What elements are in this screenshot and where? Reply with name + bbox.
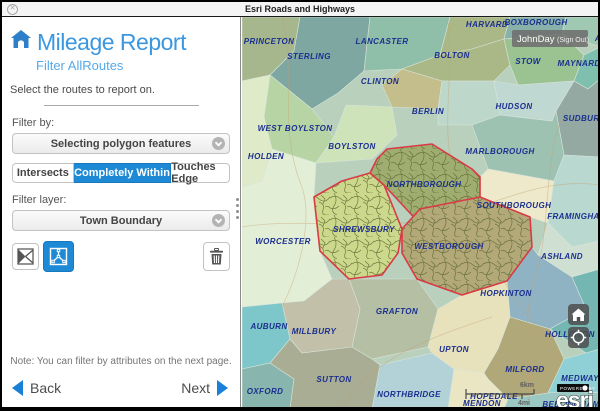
filter-method-value: Selecting polygon features [51, 138, 192, 150]
trash-icon [209, 248, 224, 265]
next-label: Next [181, 380, 210, 396]
svg-text:ACTON: ACTON [594, 34, 600, 43]
back-label: Back [30, 380, 61, 396]
svg-text:LANCASTER: LANCASTER [356, 37, 409, 46]
select-by-polygon-button[interactable] [12, 243, 39, 270]
svg-text:NORTHBRIDGE: NORTHBRIDGE [377, 390, 441, 399]
polygon-select-icon [17, 248, 34, 265]
svg-text:SOUTHBOROUGH: SOUTHBOROUGH [477, 201, 552, 210]
locate-button[interactable] [568, 327, 589, 348]
svg-text:MAYNARD: MAYNARD [557, 59, 600, 68]
svg-text:MILFORD: MILFORD [505, 365, 544, 374]
svg-text:WESTBOROUGH: WESTBOROUGH [414, 242, 483, 251]
svg-text:STERLING: STERLING [287, 52, 331, 61]
completely-within-button[interactable]: Completely Within [74, 163, 172, 183]
close-icon[interactable]: ✕ [7, 4, 18, 15]
town-grafton [349, 279, 438, 359]
sign-out-link[interactable]: (Sign Out) [557, 37, 589, 44]
svg-text:BOLTON: BOLTON [434, 51, 469, 60]
user-name: JohnDay [517, 34, 555, 45]
esri-logo: POWERED BY esri [556, 384, 596, 409]
svg-text:HOLDEN: HOLDEN [248, 152, 284, 161]
town-northbridge [372, 353, 454, 409]
filter-method-dropdown[interactable]: Selecting polygon features [12, 133, 230, 154]
svg-text:AUBURN: AUBURN [249, 322, 287, 331]
note-text: Note: You can filter by attributes on th… [2, 356, 240, 367]
svg-text:HUDSON: HUDSON [495, 102, 532, 111]
svg-text:SHREWSBURY: SHREWSBURY [333, 225, 395, 234]
svg-text:ASHLAND: ASHLAND [540, 252, 583, 261]
filter-by-label: Filter by: [12, 117, 230, 129]
svg-text:MARLBOROUGH: MARLBOROUGH [465, 147, 534, 156]
arrow-left-icon [12, 380, 23, 396]
svg-text:WEST BOYLSTON: WEST BOYLSTON [258, 124, 333, 133]
svg-text:CLINTON: CLINTON [361, 77, 399, 86]
map-area: PRINCETON STERLING LANCASTER HARVARD BOX… [242, 17, 598, 407]
page-title: Mileage Report [37, 31, 186, 54]
arrow-right-icon [217, 380, 228, 396]
svg-text:WORCESTER: WORCESTER [255, 237, 311, 246]
svg-text:MEDWAY: MEDWAY [561, 374, 599, 383]
intersects-button[interactable]: Intersects [12, 163, 74, 183]
user-badge[interactable]: JohnDay (Sign Out) [512, 30, 589, 47]
touches-edge-button[interactable]: Touches Edge [171, 163, 230, 183]
svg-text:GRAFTON: GRAFTON [376, 307, 418, 316]
feature-select-icon [49, 247, 68, 266]
next-button[interactable]: Next [181, 380, 228, 396]
svg-text:MILLBURY: MILLBURY [292, 327, 337, 336]
spatial-relation-buttons: Intersects Completely Within Touches Edg… [12, 163, 230, 183]
svg-text:BOXBOROUGH: BOXBOROUGH [504, 18, 567, 27]
mileage-report-panel: Mileage Report Filter AllRoutes Select t… [2, 17, 241, 407]
scale-mi: 4mi [518, 400, 530, 407]
esri-brand: esri [556, 387, 593, 409]
svg-text:SUDBURY: SUDBURY [563, 114, 600, 123]
app-window: ✕ Esri Roads and Highways Mileage Report… [0, 0, 600, 411]
svg-text:STOW: STOW [515, 57, 542, 66]
svg-text:FRAMINGHAM: FRAMINGHAM [547, 212, 600, 221]
chevron-down-icon [212, 214, 225, 227]
window-title: Esri Roads and Highways [245, 4, 355, 14]
filter-layer-dropdown[interactable]: Town Boundary [12, 210, 230, 231]
title-bar: ✕ Esri Roads and Highways [2, 2, 598, 17]
home-icon [10, 29, 32, 54]
home-extent-button[interactable] [568, 304, 589, 325]
svg-text:PRINCETON: PRINCETON [244, 37, 295, 46]
svg-text:MENDON: MENDON [463, 399, 501, 408]
map-canvas[interactable]: PRINCETON STERLING LANCASTER HARVARD BOX… [242, 17, 600, 409]
page-subtitle: Filter AllRoutes [36, 58, 240, 73]
chevron-down-icon [212, 137, 225, 150]
svg-text:OXFORD: OXFORD [247, 387, 284, 396]
clear-selection-button[interactable] [203, 242, 230, 271]
panel-description: Select the routes to report on. [10, 84, 232, 96]
panel-resize-handle[interactable] [236, 198, 239, 219]
svg-text:HARVARD: HARVARD [466, 20, 508, 29]
svg-text:BOYLSTON: BOYLSTON [328, 142, 376, 151]
select-features-button[interactable] [43, 241, 74, 272]
svg-text:BERLIN: BERLIN [412, 107, 444, 116]
filter-layer-label: Filter layer: [12, 194, 230, 206]
svg-text:SUTTON: SUTTON [316, 375, 351, 384]
svg-text:UPTON: UPTON [439, 345, 469, 354]
svg-text:HOPKINTON: HOPKINTON [480, 289, 531, 298]
scale-km: 6km [520, 382, 534, 389]
svg-text:NORTHBOROUGH: NORTHBOROUGH [387, 180, 462, 189]
back-button[interactable]: Back [12, 380, 61, 396]
filter-layer-value: Town Boundary [80, 215, 162, 227]
divider [44, 105, 199, 106]
